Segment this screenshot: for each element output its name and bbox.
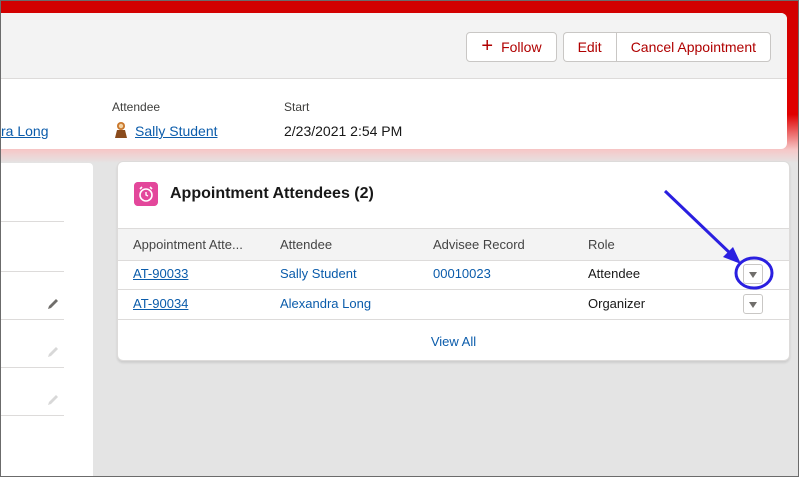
- column-header[interactable]: Role: [588, 237, 615, 252]
- divider: [1, 221, 64, 222]
- header-actions-bar: + Follow Edit Cancel Appointment: [1, 13, 787, 79]
- avatar-icon: [115, 122, 127, 138]
- start-value: 2/23/2021 2:54 PM: [284, 123, 403, 139]
- details-panel: [1, 163, 93, 476]
- appointment-attendees-card: Appointment Attendees (2) Appointment At…: [117, 161, 790, 361]
- role-value: Attendee: [588, 266, 641, 281]
- pencil-icon[interactable]: [46, 393, 60, 407]
- organizer-link[interactable]: ra Long: [1, 123, 48, 139]
- alarm-clock-icon: [134, 182, 158, 206]
- attendee-link[interactable]: Sally Student: [280, 266, 357, 281]
- attendee-label: Attendee: [112, 100, 161, 114]
- divider: [1, 367, 64, 368]
- divider: [1, 271, 64, 272]
- divider: [1, 415, 64, 416]
- pencil-icon[interactable]: [46, 297, 60, 311]
- column-header[interactable]: Advisee Record: [433, 237, 525, 252]
- edit-button[interactable]: Edit: [562, 32, 616, 62]
- follow-button[interactable]: + Follow: [466, 32, 557, 62]
- attendee-link[interactable]: Sally Student: [135, 123, 218, 139]
- pencil-icon[interactable]: [46, 345, 60, 359]
- record-header: + Follow Edit Cancel Appointment ra Long…: [1, 13, 787, 149]
- role-value: Organizer: [588, 296, 646, 311]
- card-title[interactable]: Appointment Attendees (2): [170, 185, 374, 203]
- header-fields: ra Long Attendee Sally Student Start 2/2…: [1, 95, 787, 145]
- table-row: AT-90034 Alexandra Long Organizer: [118, 289, 789, 320]
- header-button-group: + Follow Edit Cancel Appointment: [466, 32, 771, 62]
- divider: [1, 319, 64, 320]
- table-header: Appointment Atte... Attendee Advisee Rec…: [118, 228, 789, 261]
- table-row: AT-90033 Sally Student 00010023 Attendee: [118, 259, 789, 290]
- advisee-record-link[interactable]: 00010023: [433, 266, 491, 281]
- column-header[interactable]: Attendee: [280, 237, 332, 252]
- column-header[interactable]: Appointment Atte...: [133, 237, 243, 252]
- row-actions-chevron-down-icon[interactable]: [743, 294, 763, 314]
- plus-icon: +: [481, 35, 494, 57]
- view-all-link[interactable]: View All: [118, 334, 789, 349]
- app-frame: + Follow Edit Cancel Appointment ra Long…: [0, 0, 799, 477]
- record-id-link[interactable]: AT-90033: [133, 266, 188, 281]
- start-label: Start: [284, 100, 310, 114]
- record-id-link[interactable]: AT-90034: [133, 296, 188, 311]
- row-actions-chevron-down-icon[interactable]: [743, 264, 763, 284]
- attendee-link[interactable]: Alexandra Long: [280, 296, 371, 311]
- cancel-appointment-button[interactable]: Cancel Appointment: [615, 32, 771, 62]
